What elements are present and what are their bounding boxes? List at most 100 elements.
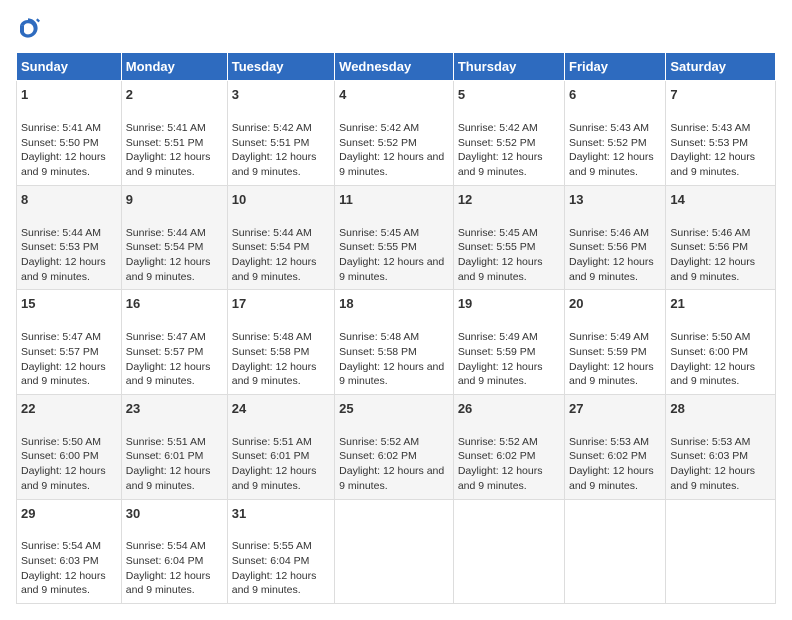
daylight-text: Daylight: 12 hours and 9 minutes. [232,570,317,597]
sunrise-text: Sunrise: 5:41 AM [21,122,101,134]
sunrise-text: Sunrise: 5:51 AM [232,436,312,448]
sunrise-text: Sunrise: 5:52 AM [458,436,538,448]
sunrise-text: Sunrise: 5:54 AM [21,540,101,552]
daylight-text: Daylight: 12 hours and 9 minutes. [670,256,755,283]
sunrise-text: Sunrise: 5:49 AM [458,331,538,343]
sunset-text: Sunset: 5:51 PM [126,137,204,149]
day-number: 9 [126,191,223,209]
calendar-cell [565,499,666,604]
sunset-text: Sunset: 6:00 PM [670,346,748,358]
calendar-cell: 21Sunrise: 5:50 AMSunset: 6:00 PMDayligh… [666,290,776,395]
sunset-text: Sunset: 6:03 PM [670,450,748,462]
day-number: 5 [458,86,560,104]
calendar-cell: 4Sunrise: 5:42 AMSunset: 5:52 PMDaylight… [335,81,454,186]
daylight-text: Daylight: 12 hours and 9 minutes. [458,151,543,178]
daylight-text: Daylight: 12 hours and 9 minutes. [569,465,654,492]
calendar-cell: 11Sunrise: 5:45 AMSunset: 5:55 PMDayligh… [335,185,454,290]
sunrise-text: Sunrise: 5:45 AM [458,227,538,239]
sunrise-text: Sunrise: 5:44 AM [21,227,101,239]
sunrise-text: Sunrise: 5:41 AM [126,122,206,134]
daylight-text: Daylight: 12 hours and 9 minutes. [232,361,317,388]
calendar-cell: 28 Sunrise: 5:53 AM Sunset: 6:03 PM Dayligh… [666,394,776,499]
daylight-text: Daylight: 12 hours and 9 minutes. [458,361,543,388]
sunrise-text: Sunrise: 5:50 AM [21,436,101,448]
daylight-text: Daylight: 12 hours and 9 minutes. [126,465,211,492]
daylight-text: Daylight: 12 hours and 9 minutes. [670,151,755,178]
calendar-cell: 26Sunrise: 5:52 AMSunset: 6:02 PMDayligh… [453,394,564,499]
sunset-text: Sunset: 6:02 PM [569,450,647,462]
day-number: 11 [339,191,449,209]
calendar-cell: 27 Sunrise: 5:53 AM Sunset: 6:02 PM Dayligh… [565,394,666,499]
day-number: 10 [232,191,330,209]
calendar-cell: 8Sunrise: 5:44 AMSunset: 5:53 PMDaylight… [17,185,122,290]
day-number: 4 [339,86,449,104]
sunset-text: Sunset: 5:55 PM [339,241,417,253]
calendar-cell: 16Sunrise: 5:47 AMSunset: 5:57 PMDayligh… [121,290,227,395]
week-row-2: 8Sunrise: 5:44 AMSunset: 5:53 PMDaylight… [17,185,776,290]
daylight-text: Daylight: 12 hours and 9 minutes. [21,570,106,597]
sunrise-text: Sunrise: 5:46 AM [569,227,649,239]
sunrise-text: Sunrise: 5:54 AM [126,540,206,552]
calendar-cell: 5 Sunrise: 5:42 AM Sunset: 5:52 PM Daylight… [453,81,564,186]
sunset-text: Sunset: 5:59 PM [458,346,536,358]
daylight-text: Daylight: 12 hours and 9 minutes. [339,361,444,388]
sunrise-text: Sunrise: 5:45 AM [339,227,419,239]
sunrise-text: Sunrise: 5:55 AM [232,540,312,552]
daylight-text: Daylight: 12 hours and 9 minutes. [339,151,444,178]
sunrise-text: Sunrise: 5:52 AM [339,436,419,448]
sunset-text: Sunset: 5:53 PM [21,241,99,253]
daylight-text: Daylight: 12 hours and 9 minutes. [232,151,317,178]
week-row-1: 1Sunrise: 5:41 AMSunset: 5:50 PMDaylight… [17,81,776,186]
sunset-text: Sunset: 6:01 PM [232,450,310,462]
sunrise-text: Sunrise: 5:53 AM [569,436,649,448]
daylight-text: Daylight: 12 hours and 9 minutes. [670,465,755,492]
calendar-cell: 9Sunrise: 5:44 AMSunset: 5:54 PMDaylight… [121,185,227,290]
day-number: 27 [569,400,661,418]
calendar-cell [666,499,776,604]
day-number: 28 [670,400,771,418]
day-number: 18 [339,295,449,313]
calendar-cell [335,499,454,604]
day-number: 29 [21,505,117,523]
sunrise-text: Sunrise: 5:47 AM [126,331,206,343]
calendar-cell: 1Sunrise: 5:41 AMSunset: 5:50 PMDaylight… [17,81,122,186]
day-number: 7 [670,86,771,104]
sunrise-text: Sunrise: 5:48 AM [232,331,312,343]
logo-icon [16,16,40,40]
calendar-cell: 14Sunrise: 5:46 AMSunset: 5:56 PMDayligh… [666,185,776,290]
sunset-text: Sunset: 6:02 PM [458,450,536,462]
week-row-4: 22Sunrise: 5:50 AMSunset: 6:00 PMDayligh… [17,394,776,499]
sunrise-text: Sunrise: 5:43 AM [569,122,649,134]
daylight-text: Daylight: 12 hours and 9 minutes. [21,256,106,283]
calendar-cell: 10Sunrise: 5:44 AMSunset: 5:54 PMDayligh… [227,185,334,290]
sunrise-text: Sunrise: 5:42 AM [458,122,538,134]
sunset-text: Sunset: 5:53 PM [670,137,748,149]
sunset-text: Sunset: 5:52 PM [339,137,417,149]
day-number: 30 [126,505,223,523]
day-header-thursday: Thursday [453,53,564,81]
calendar-cell: 30Sunrise: 5:54 AMSunset: 6:04 PMDayligh… [121,499,227,604]
sunrise-text: Sunrise: 5:51 AM [126,436,206,448]
calendar-cell: 6Sunrise: 5:43 AMSunset: 5:52 PMDaylight… [565,81,666,186]
day-number: 16 [126,295,223,313]
day-number: 21 [670,295,771,313]
sunrise-text: Sunrise: 5:53 AM [670,436,750,448]
sunset-text: Sunset: 6:04 PM [126,555,204,567]
sunrise-text: Sunrise: 5:46 AM [670,227,750,239]
sunset-text: Sunset: 6:03 PM [21,555,99,567]
sunrise-text: Sunrise: 5:44 AM [232,227,312,239]
calendar-cell: 31Sunrise: 5:55 AMSunset: 6:04 PMDayligh… [227,499,334,604]
daylight-text: Daylight: 12 hours and 9 minutes. [21,465,106,492]
day-number: 3 [232,86,330,104]
daylight-text: Daylight: 12 hours and 9 minutes. [569,256,654,283]
day-header-wednesday: Wednesday [335,53,454,81]
day-number: 13 [569,191,661,209]
day-number: 19 [458,295,560,313]
sunset-text: Sunset: 5:55 PM [458,241,536,253]
sunset-text: Sunset: 5:52 PM [458,137,536,149]
sunset-text: Sunset: 5:57 PM [126,346,204,358]
sunset-text: Sunset: 6:01 PM [126,450,204,462]
calendar-cell: 13Sunrise: 5:46 AMSunset: 5:56 PMDayligh… [565,185,666,290]
calendar-cell: 18Sunrise: 5:48 AMSunset: 5:58 PMDayligh… [335,290,454,395]
daylight-text: Daylight: 12 hours and 9 minutes. [670,361,755,388]
